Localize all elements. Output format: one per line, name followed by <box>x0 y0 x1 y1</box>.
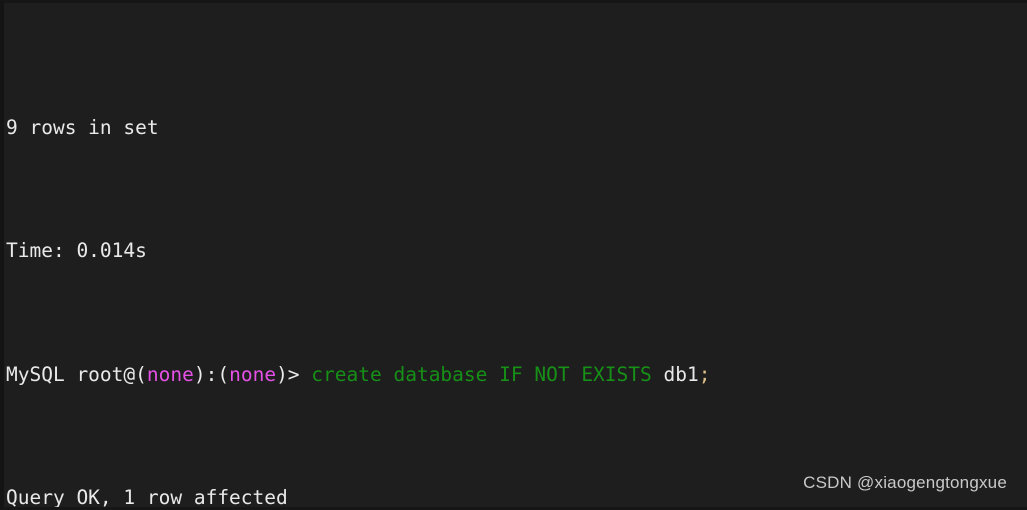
sql-keyword: create database IF NOT EXISTS <box>311 362 652 386</box>
output-line: 9 rows in set <box>6 116 1023 141</box>
prompt-db-right: none <box>229 362 277 386</box>
watermark: CSDN @xiaogengtongxue <box>803 473 1007 492</box>
prompt-db-left: none <box>146 362 194 386</box>
terminal-window[interactable]: 9 rows in set Time: 0.014s MySQL root@(n… <box>0 0 1027 510</box>
sql-identifier: db1 <box>651 362 699 386</box>
sql-terminator: ; <box>698 362 711 386</box>
line-text: Query OK, 1 row affected <box>6 486 288 510</box>
prompt-paren-open: ( <box>135 362 147 386</box>
terminal-output[interactable]: 9 rows in set Time: 0.014s MySQL root@(n… <box>6 17 1023 510</box>
prompt-paren-close: ):( <box>193 362 230 386</box>
prompt-tail: )> <box>276 362 300 386</box>
line-text: Time: 0.014s <box>6 239 147 263</box>
output-line: Time: 0.014s <box>6 239 1023 264</box>
line-text: 9 rows in set <box>6 115 159 139</box>
prompt-line[interactable]: MySQL root@(none):(none)> create databas… <box>6 363 1023 388</box>
prompt-prefix: MySQL root@ <box>6 362 136 386</box>
